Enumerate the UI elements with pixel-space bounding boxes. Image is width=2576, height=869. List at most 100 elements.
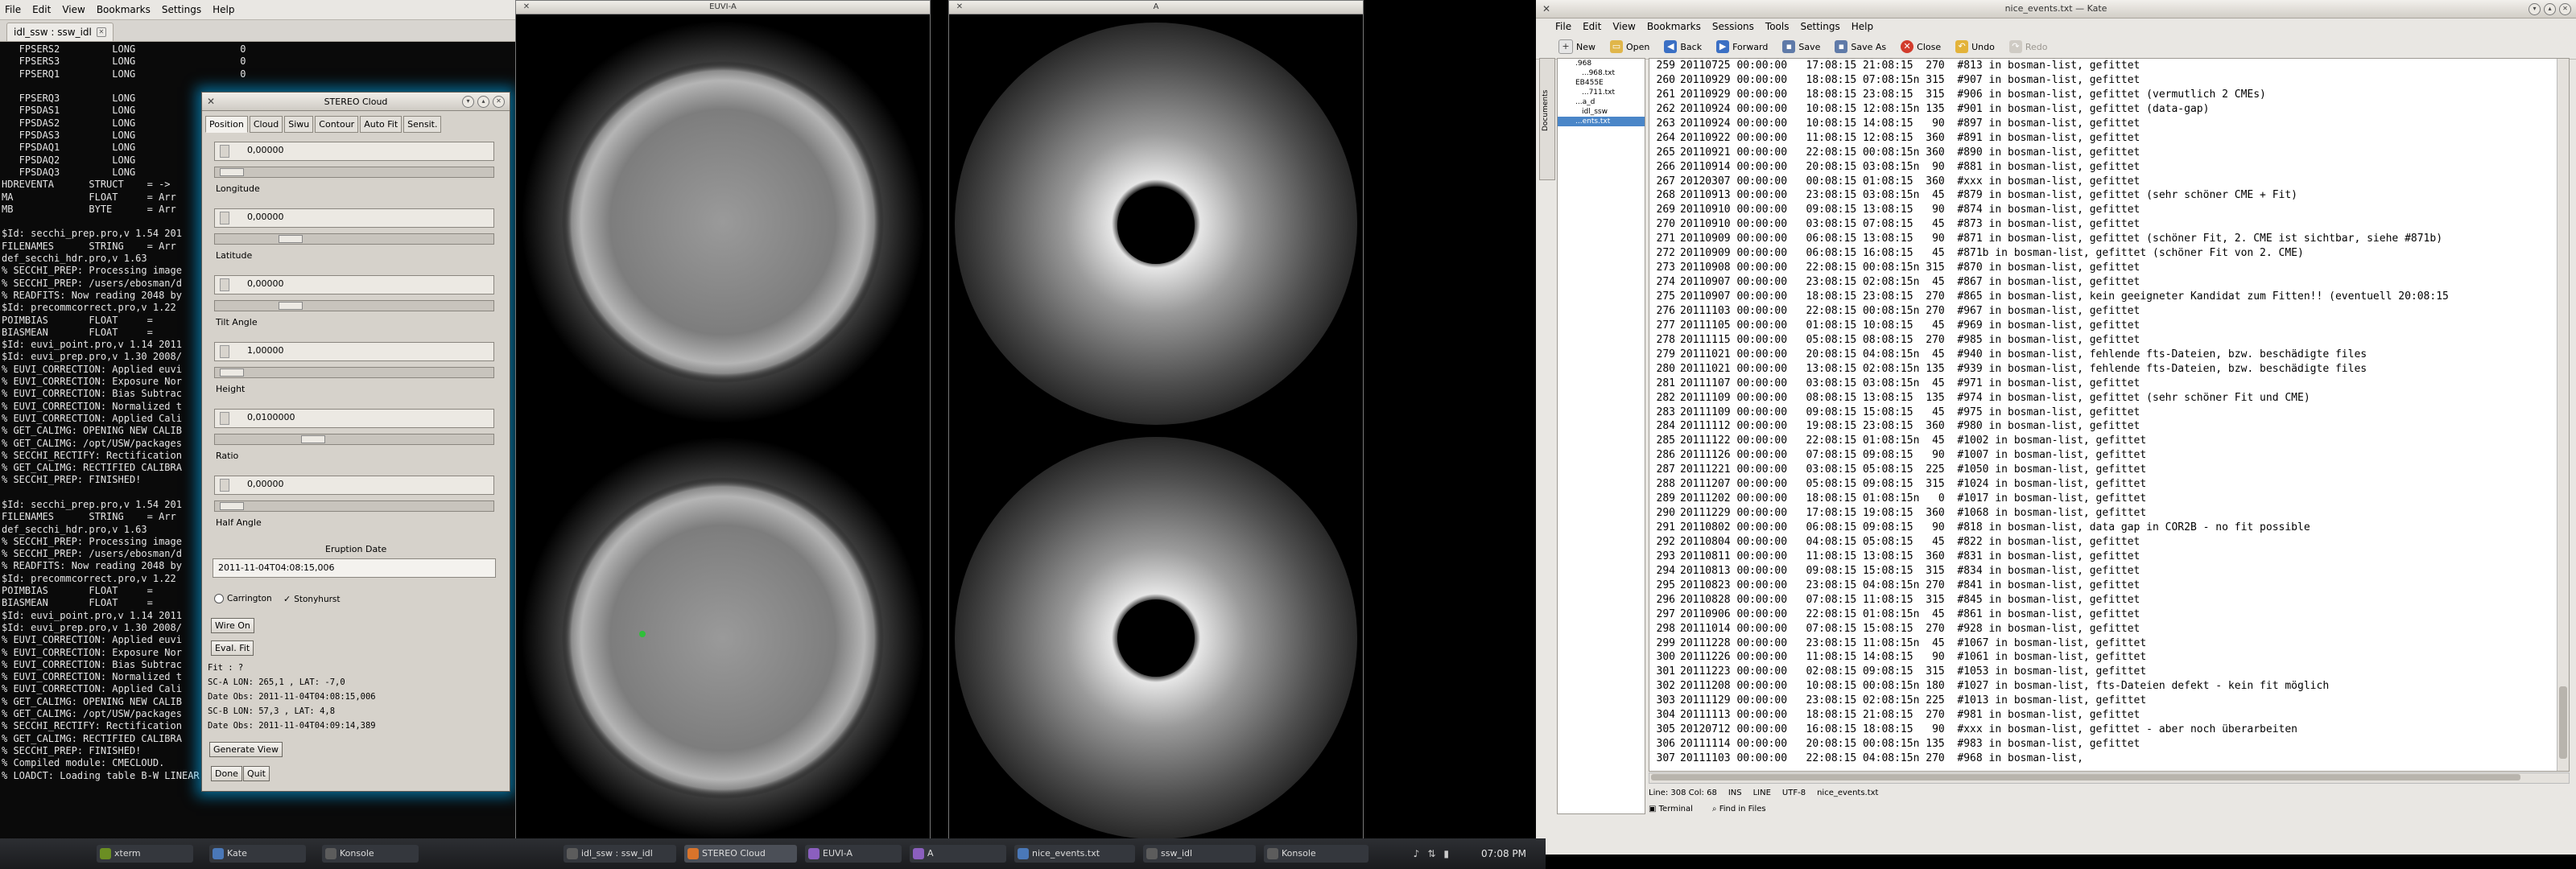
editor-line[interactable]: 284 20111112 00:00:00 19:08:15 23:08:15 3… — [1649, 419, 2551, 434]
cor-titlebar[interactable]: ✕ A — [949, 1, 1363, 14]
network-icon[interactable]: ⇅ — [1427, 848, 1435, 859]
quit-button[interactable]: Quit — [243, 766, 270, 781]
menu-settings[interactable]: Settings — [1800, 21, 1839, 32]
generate-view-button[interactable]: Generate View — [209, 742, 283, 757]
editor-line[interactable]: 266 20110914 00:00:00 20:08:15 03:08:15n … — [1649, 160, 2551, 175]
clock[interactable]: 07:08 PM — [1481, 848, 1526, 859]
editor-line[interactable]: 304 20111113 00:00:00 18:08:15 21:08:15 2… — [1649, 708, 2551, 723]
scrollbar-thumb[interactable] — [2559, 686, 2567, 759]
save-button[interactable]: ▪ Save — [1776, 36, 1827, 57]
editor-line[interactable]: 276 20111103 00:00:00 22:08:15 00:08:15n … — [1649, 304, 2551, 319]
editor-line[interactable]: 271 20110909 00:00:00 06:08:15 13:08:15 9… — [1649, 232, 2551, 246]
terminal-tool-tab[interactable]: ▣ Terminal — [1649, 805, 1693, 813]
document-list[interactable]: .968 ...968.txt EB455E ...711.txt ...a_d idl_… — [1557, 58, 1645, 814]
horizontal-scrollbar[interactable] — [1649, 772, 2570, 784]
editor-line[interactable]: 286 20111126 00:00:00 07:08:15 09:08:15 9… — [1649, 448, 2551, 463]
editor-line[interactable]: 287 20111221 00:00:00 03:08:15 05:08:15 2… — [1649, 463, 2551, 477]
taskbar-item[interactable]: xterm — [97, 845, 193, 863]
editor-line[interactable]: 277 20111105 00:00:00 01:08:15 10:08:15 4… — [1649, 319, 2551, 333]
menu-sessions[interactable]: Sessions — [1712, 21, 1754, 32]
editor-line[interactable]: 280 20111021 00:00:00 13:08:15 02:08:15n … — [1649, 362, 2551, 377]
save-as-button[interactable]: ▪ Save As — [1828, 36, 1893, 57]
new-button[interactable]: + New — [1552, 36, 1602, 57]
editor-line[interactable]: 285 20111122 00:00:00 22:08:15 01:08:15n … — [1649, 434, 2551, 448]
undo-button[interactable]: ↶ Undo — [1949, 36, 2001, 57]
euvi-window[interactable]: ✕ EUVI-A — [515, 0, 931, 840]
slider-handle[interactable] — [220, 369, 244, 377]
editor-line[interactable]: 281 20111107 00:00:00 03:08:15 03:08:15n … — [1649, 377, 2551, 391]
taskbar-item[interactable]: STEREO Cloud — [684, 845, 797, 863]
wire-on-button[interactable]: Wire On — [211, 618, 254, 633]
open-button[interactable]: ▭ Open — [1604, 36, 1656, 57]
tab-auto-fit[interactable]: Auto Fit — [360, 116, 402, 133]
euvi-images[interactable] — [516, 14, 930, 839]
editor-line[interactable]: 302 20111208 00:00:00 10:08:15 00:08:15n … — [1649, 679, 2551, 694]
editor-line[interactable]: 274 20110907 00:00:00 23:08:15 02:08:15n … — [1649, 275, 2551, 290]
taskbar-item[interactable]: Konsole — [322, 845, 419, 863]
editor-line[interactable]: 297 20110906 00:00:00 22:08:15 01:08:15n … — [1649, 607, 2551, 622]
find-in-files-tab[interactable]: ⌕ Find in Files — [1712, 805, 1766, 813]
taskbar-item[interactable]: nice_events.txt — [1014, 845, 1135, 863]
minimize-icon[interactable]: ▾ — [2529, 3, 2541, 15]
kate-window[interactable]: ✕ nice_events.txt — Kate ▾ ▴ ✕ File Edit… — [1536, 0, 2576, 855]
forward-button[interactable]: ▶ Forward — [1710, 36, 1774, 57]
slider-handle[interactable] — [220, 168, 244, 176]
menu-help[interactable]: Help — [213, 4, 234, 15]
editor-line[interactable]: 295 20110823 00:00:00 23:08:15 04:08:15n … — [1649, 579, 2551, 593]
slider-value-field[interactable]: 0,00000 — [214, 476, 494, 495]
menu-edit[interactable]: Edit — [32, 4, 51, 15]
slider-spin-icon[interactable] — [220, 345, 229, 358]
editor-line[interactable]: 293 20110811 00:00:00 11:08:15 13:08:15 3… — [1649, 550, 2551, 564]
close-button[interactable]: ✕ Close — [1894, 36, 1947, 57]
editor-line[interactable]: 305 20120712 00:00:00 16:08:15 18:08:15 9… — [1649, 723, 2551, 737]
editor-line[interactable]: 291 20110802 00:00:00 06:08:15 09:08:15 9… — [1649, 521, 2551, 535]
editor-line[interactable]: 264 20110922 00:00:00 11:08:15 12:08:15 3… — [1649, 131, 2551, 146]
volume-icon[interactable]: ♪ — [1414, 848, 1420, 859]
menu-view[interactable]: View — [62, 4, 85, 15]
taskbar-item[interactable]: A — [910, 845, 1006, 863]
dialog-titlebar[interactable]: ✕ STEREO Cloud ▾ ▴ ✕ — [202, 93, 510, 111]
editor-line[interactable]: 282 20111109 00:00:00 08:08:15 13:08:15 1… — [1649, 391, 2551, 406]
encoding[interactable]: UTF-8 — [1782, 789, 1806, 797]
editor-line[interactable]: 306 20111114 00:00:00 20:08:15 00:08:15n … — [1649, 737, 2551, 752]
slider-value-field[interactable]: 0,00000 — [214, 275, 494, 294]
slider-track[interactable] — [214, 300, 494, 311]
editor-line[interactable]: 300 20111226 00:00:00 11:08:15 14:08:15 9… — [1649, 650, 2551, 665]
slider-track[interactable] — [214, 500, 494, 512]
editor-line[interactable]: 269 20110910 00:00:00 09:08:15 13:08:15 9… — [1649, 203, 2551, 217]
slider-handle[interactable] — [279, 302, 303, 310]
eval-fit-button[interactable]: Eval. Fit — [211, 640, 254, 656]
editor-line[interactable]: 268 20110913 00:00:00 23:08:15 03:08:15n … — [1649, 188, 2551, 203]
tab-sensit[interactable]: Sensit. — [403, 116, 442, 133]
text-editor[interactable]: 259 20110725 00:00:00 17:08:15 21:08:15 2… — [1649, 58, 2570, 772]
editor-line[interactable]: 294 20110813 00:00:00 09:08:15 15:08:15 3… — [1649, 564, 2551, 579]
editor-line[interactable]: 296 20110828 00:00:00 07:08:15 11:08:15 3… — [1649, 593, 2551, 607]
slider-spin-icon[interactable] — [220, 479, 229, 492]
editor-line[interactable]: 265 20110921 00:00:00 22:08:15 00:08:15n … — [1649, 146, 2551, 160]
euvi-titlebar[interactable]: ✕ EUVI-A — [516, 1, 930, 14]
done-button[interactable]: Done — [211, 766, 242, 781]
slider-value-field[interactable]: 0,0100000 — [214, 409, 494, 428]
menu-tools[interactable]: Tools — [1765, 21, 1790, 32]
selection-mode[interactable]: LINE — [1753, 789, 1771, 797]
taskbar-item[interactable]: Konsole — [1264, 845, 1368, 863]
editor-line[interactable]: 298 20111014 00:00:00 07:08:15 15:08:15 2… — [1649, 622, 2551, 636]
slider-track[interactable] — [214, 167, 494, 178]
slider-track[interactable] — [214, 367, 494, 378]
menu-bookmarks[interactable]: Bookmarks — [1647, 21, 1701, 32]
insert-mode[interactable]: INS — [1728, 789, 1742, 797]
menu-edit[interactable]: Edit — [1583, 21, 1601, 32]
editor-line[interactable]: 279 20111021 00:00:00 20:08:15 04:08:15n … — [1649, 348, 2551, 362]
slider-handle[interactable] — [301, 435, 325, 443]
editor-line[interactable]: 307 20111103 00:00:00 22:08:15 04:08:15n … — [1649, 752, 2551, 766]
document-list-item[interactable]: ...a_d — [1558, 97, 1645, 107]
menu-file[interactable]: File — [5, 4, 21, 15]
editor-line[interactable]: 267 20120307 00:00:00 00:08:15 01:08:15 3… — [1649, 175, 2551, 189]
carrington-radio[interactable]: Carrington — [214, 594, 272, 603]
tab-siwu[interactable]: Siwu — [284, 116, 314, 133]
editor-line[interactable]: 288 20111207 00:00:00 05:08:15 09:08:15 3… — [1649, 477, 2551, 492]
editor-line[interactable]: 272 20110909 00:00:00 06:08:15 16:08:15 4… — [1649, 246, 2551, 261]
menu-settings[interactable]: Settings — [162, 4, 201, 15]
document-list-item[interactable]: ...711.txt — [1558, 88, 1645, 97]
editor-line[interactable]: 289 20111202 00:00:00 18:08:15 01:08:15n … — [1649, 492, 2551, 506]
